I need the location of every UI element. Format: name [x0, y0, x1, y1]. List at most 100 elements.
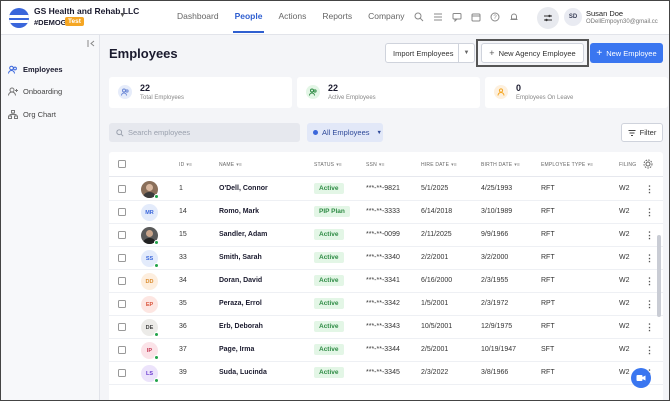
employee-type: RFT	[541, 231, 555, 238]
employee-name[interactable]: Page, Irma	[219, 346, 254, 353]
sidebar-item-employees[interactable]: Employees	[8, 65, 63, 74]
table-row[interactable]: SS 33 Smith, Sarah Active ***-**-3340 2/2/200…	[109, 247, 663, 270]
table-row[interactable]: MR 14 Romo, Mark PIP Plan ***-**-3333 6/14/20…	[109, 201, 663, 224]
row-checkbox[interactable]	[118, 300, 126, 308]
column-header-name[interactable]: NAME ▾≡	[219, 162, 242, 168]
row-checkbox[interactable]	[118, 185, 126, 193]
row-menu-kebab-icon[interactable]: ⋮	[645, 230, 654, 241]
video-help-button[interactable]	[631, 368, 651, 388]
row-checkbox[interactable]	[118, 346, 126, 354]
employee-name[interactable]: Sandler, Adam	[219, 231, 267, 238]
user-name[interactable]: Susan Doe	[586, 9, 623, 18]
employee-filing: W2	[619, 277, 630, 284]
employee-filing: W2	[619, 369, 630, 376]
user-email: ODellEmpoyn30@gmail.cc	[586, 19, 658, 25]
table-row[interactable]: EP 35 Peraza, Errol Active ***-**-3342 1/5/20…	[109, 293, 663, 316]
table-row[interactable]: 15 Sandler, Adam Active ***-**-0099 2/11/202…	[109, 224, 663, 247]
row-checkbox[interactable]	[118, 231, 126, 239]
chevron-down-icon[interactable]: ▼	[459, 50, 474, 56]
sidebar-item-label: Employees	[23, 65, 63, 74]
help-icon[interactable]: ?	[489, 11, 501, 23]
nav-tab-dashboard[interactable]: Dashboard	[169, 1, 227, 35]
table-row[interactable]: 1 O'Dell, Connor Active ***-**-9821 5/1/2025…	[109, 178, 663, 201]
row-menu-kebab-icon[interactable]: ⋮	[645, 299, 654, 310]
row-checkbox[interactable]	[118, 277, 126, 285]
chat-icon[interactable]	[451, 11, 463, 23]
nav-tab-people[interactable]: People	[227, 1, 271, 35]
sort-icon: ▾≡	[236, 162, 243, 168]
new-agency-employee-button[interactable]: + New Agency Employee	[481, 43, 584, 63]
employee-hire-date: 10/5/2001	[421, 323, 453, 330]
top-bar: GS Health and Rehab LLC #DEMOGS Test ▼ D…	[1, 1, 669, 35]
employee-name[interactable]: Peraza, Errol	[219, 300, 262, 307]
employee-type: SFT	[541, 346, 555, 353]
employee-name[interactable]: Smith, Sarah	[219, 254, 262, 261]
column-header-filing[interactable]: FILING	[619, 162, 636, 168]
row-menu-kebab-icon[interactable]: ⋮	[645, 276, 654, 287]
column-header-employee-type[interactable]: EMPLOYEE TYPE ▾≡	[541, 162, 593, 168]
employee-name[interactable]: O'Dell, Connor	[219, 185, 268, 192]
employee-filing: W2	[619, 323, 630, 330]
employee-name[interactable]: Romo, Mark	[219, 208, 259, 215]
stat-label: Total Employees	[140, 95, 185, 101]
column-header-status[interactable]: STATUS ▾≡	[314, 162, 342, 168]
column-header-id[interactable]: ID ▾≡	[179, 162, 192, 168]
employee-name[interactable]: Suda, Lucinda	[219, 369, 267, 376]
table-row[interactable]: DD 34 Doran, David Active ***-**-3341 6/16/20…	[109, 270, 663, 293]
sidebar-item-onboarding[interactable]: Onboarding	[8, 87, 62, 96]
search-input[interactable]	[128, 128, 288, 137]
user-avatar[interactable]: SD	[564, 8, 582, 26]
row-checkbox[interactable]	[118, 254, 126, 262]
column-settings-gear-icon[interactable]	[643, 159, 653, 171]
list-icon[interactable]	[432, 11, 444, 23]
column-header-birth-date[interactable]: BIRTH DATE ▾≡	[481, 162, 520, 168]
sidebar-collapse-icon[interactable]	[87, 39, 96, 50]
nav-tab-reports[interactable]: Reports	[314, 1, 360, 35]
row-menu-kebab-icon[interactable]: ⋮	[645, 322, 654, 333]
chevron-down-icon[interactable]: ▼	[119, 12, 126, 19]
table-scrollbar[interactable]	[657, 235, 661, 317]
row-menu-kebab-icon[interactable]: ⋮	[645, 184, 654, 195]
search-icon[interactable]	[413, 11, 425, 23]
table-row[interactable]: LS 39 Suda, Lucinda Active ***-**-3345 2/3/20…	[109, 362, 663, 385]
notification-bell-icon[interactable]	[508, 11, 520, 23]
stat-card-leave: 0 Employees On Leave	[485, 77, 668, 108]
nav-tab-company[interactable]: Company	[360, 1, 412, 35]
employee-avatar[interactable]: DD	[141, 273, 158, 290]
employee-filter-dropdown[interactable]: All Employees ▼	[307, 123, 383, 142]
row-checkbox[interactable]	[118, 369, 126, 377]
online-status-dot	[154, 355, 159, 360]
employee-avatar[interactable]: EP	[141, 296, 158, 313]
employee-type: RFT	[541, 254, 555, 261]
row-menu-kebab-icon[interactable]: ⋮	[645, 345, 654, 356]
nav-tab-actions[interactable]: Actions	[270, 1, 314, 35]
employee-ssn: ***-**-3341	[366, 277, 400, 284]
row-menu-kebab-icon[interactable]: ⋮	[645, 207, 654, 218]
import-employees-label: Import Employees	[393, 48, 454, 58]
employee-avatar[interactable]: MR	[141, 204, 158, 221]
filter-dot-icon	[313, 130, 318, 135]
row-menu-kebab-icon[interactable]: ⋮	[645, 253, 654, 264]
row-checkbox[interactable]	[118, 208, 126, 216]
column-header-hire-date[interactable]: HIRE DATE ▾≡	[421, 162, 457, 168]
filter-button[interactable]: Filter	[621, 123, 663, 142]
new-employee-button[interactable]: + New Employee	[590, 43, 663, 63]
plus-icon: +	[489, 48, 495, 58]
column-header-label: STATUS	[314, 162, 335, 168]
calendar-icon[interactable]	[470, 11, 482, 23]
sliders-icon	[544, 14, 552, 22]
sidebar-item-org-chart[interactable]: Org Chart	[8, 110, 56, 119]
employee-id: 14	[179, 208, 187, 215]
employee-filing: W2	[619, 254, 630, 261]
settings-sliders-button[interactable]	[537, 7, 559, 29]
employee-name[interactable]: Doran, David	[219, 277, 262, 284]
select-all-checkbox[interactable]	[118, 160, 126, 168]
table-row[interactable]: IP 37 Page, Irma Active ***-**-3344 2/5/2001 1…	[109, 339, 663, 362]
import-employees-button[interactable]: Import Employees ▼	[385, 43, 475, 63]
column-header-ssn[interactable]: SSN ▾≡	[366, 162, 385, 168]
status-badge: Active	[314, 183, 344, 194]
employee-name[interactable]: Erb, Deborah	[219, 323, 263, 330]
row-checkbox[interactable]	[118, 323, 126, 331]
sort-icon: ▾≡	[587, 162, 594, 168]
table-row[interactable]: DE 36 Erb, Deborah Active ***-**-3343 10/5/20…	[109, 316, 663, 339]
